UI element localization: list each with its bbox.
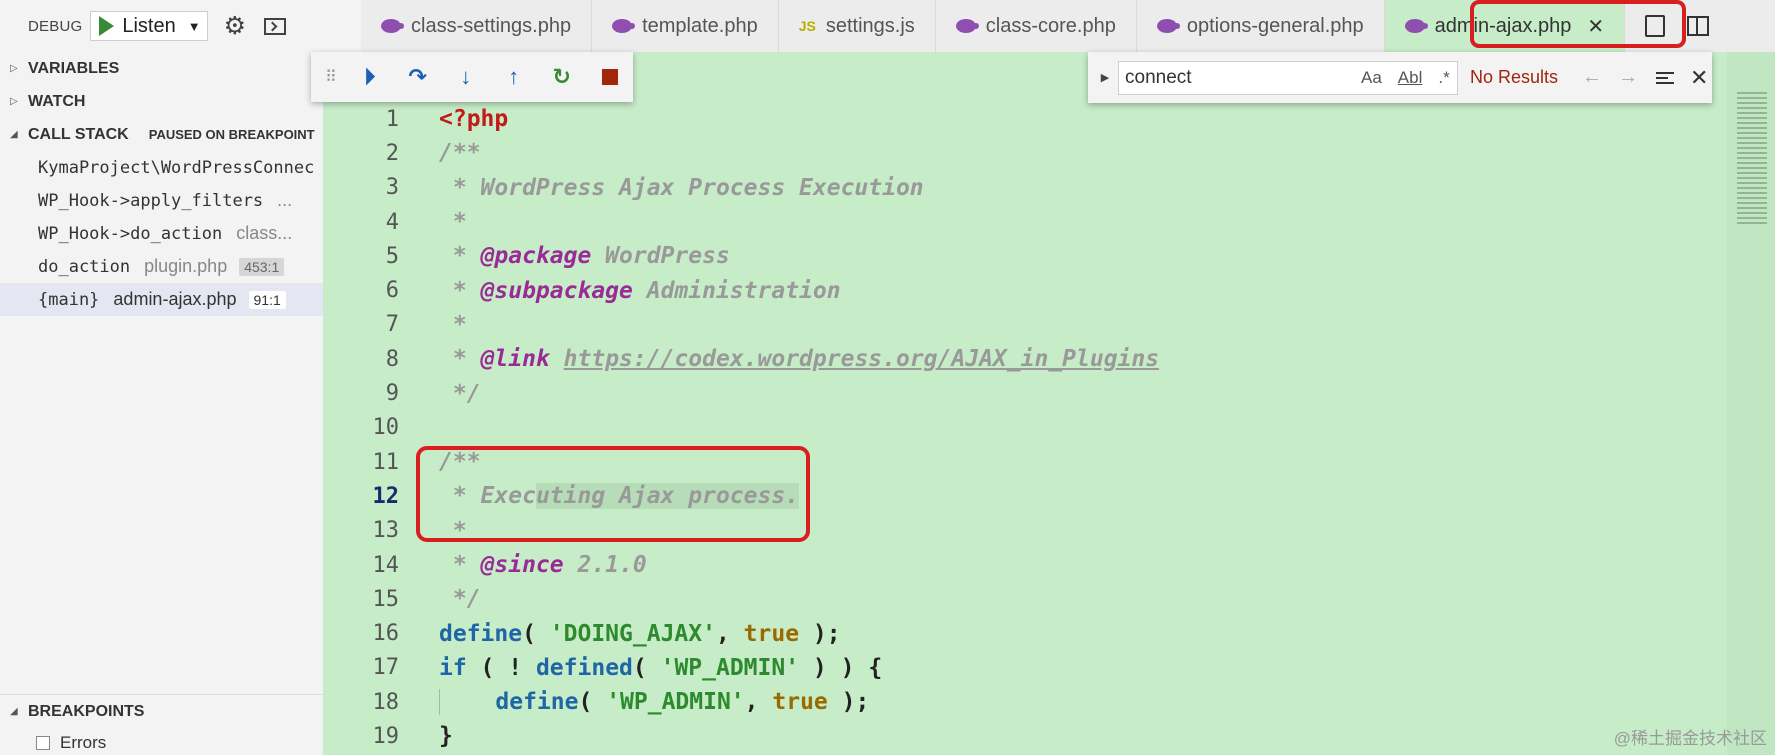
checkbox-icon[interactable] [36,736,50,750]
match-whole-word-toggle[interactable]: Abl [1398,68,1423,88]
code-line: 2/** [385,140,481,167]
variables-section-header[interactable]: ▷ VARIABLES [0,52,323,85]
stop-button[interactable] [597,64,623,90]
frame-position-badge: 91:1 [248,290,286,309]
watermark: @稀土掘金技术社区 [1613,729,1767,748]
call-stack-frame[interactable]: WP_Hook->apply_filters ... [0,184,323,217]
code-line: 7 * [385,311,467,338]
match-case-toggle[interactable]: Aa [1361,68,1382,88]
code-line: 9 */ [385,380,481,407]
gear-icon[interactable]: ⚙ [224,13,246,39]
breakpoint-item[interactable]: Errors [0,728,323,755]
code-line: 10 [372,415,400,441]
breakpoints-section-header[interactable]: ◢ BREAKPOINTS [0,695,323,728]
next-match-icon[interactable]: → [1618,66,1638,89]
code-line: 6 * @subpackage Administration [385,277,841,304]
code-line: 3 * WordPress Ajax Process Execution [385,174,924,201]
tab-settings-js[interactable]: JS settings.js [779,0,936,52]
close-icon[interactable]: ✕ [1690,65,1708,91]
launch-config-select[interactable]: Listen ▼ [90,11,208,41]
code-line: 5 * @package WordPress [385,243,730,270]
code-line: 18 define( 'WP_ADMIN', true ); [372,689,870,716]
chevron-down-icon: ◢ [10,129,18,140]
breakpoints-section: ◢ BREAKPOINTS Errors [0,694,323,755]
php-file-icon [612,19,636,33]
tab-class-settings[interactable]: class-settings.php [361,0,593,52]
start-debugging-icon[interactable] [99,16,115,36]
step-out-icon[interactable]: ↑ [501,64,527,90]
code-line: 15 */ [372,586,481,613]
paused-status: PAUSED ON BREAKPOINT [148,127,315,142]
watch-section-header[interactable]: ▷ WATCH [0,85,323,118]
chevron-down-icon: ◢ [10,706,18,717]
chevron-down-icon[interactable]: ▼ [188,19,201,34]
continue-icon[interactable]: ⏵ [357,64,383,90]
php-file-icon [1404,19,1428,33]
find-input[interactable] [1125,66,1353,89]
find-widget: ▶ Aa Abl .* No Results ← → ✕ [1088,52,1712,103]
debug-sidebar: DEBUG Listen ▼ ⚙ ▷ VARIABLES ▷ WATCH ◢ C… [0,0,323,755]
step-over-icon[interactable]: ↷ [405,64,431,90]
comment-annotation [416,446,810,542]
debug-header: DEBUG Listen ▼ ⚙ [0,0,323,52]
call-stack-frame[interactable]: do_action plugin.php 453:1 [0,250,323,283]
code-editor[interactable]: 1 <?php 2/** 3 * WordPress Ajax Process E… [323,52,1775,755]
php-file-icon [381,19,404,33]
find-input-box[interactable]: Aa Abl .* [1118,60,1458,95]
php-file-icon [955,19,979,33]
frame-position-badge: 453:1 [239,257,285,276]
tab-template[interactable]: template.php [592,0,779,52]
use-regex-toggle[interactable]: .* [1438,68,1449,88]
previous-match-icon[interactable]: ← [1582,66,1602,89]
chevron-right-icon: ▷ [10,96,18,107]
debug-label: DEBUG [28,17,83,35]
call-stack-section-header[interactable]: ◢ CALL STACK PAUSED ON BREAKPOINT [0,118,323,151]
stop-icon [601,69,618,85]
doc-link[interactable]: https://codex.wordpress.org/AJAX_in_Plug… [564,346,1159,372]
tab-options-general[interactable]: options-general.php [1137,0,1385,52]
toggle-replace-icon[interactable]: ▶ [1094,71,1116,84]
php-file-icon [1156,19,1180,33]
code-line: 19} [372,723,453,750]
debug-toolbar: ⠿ ⏵ ↷ ↓ ↑ ↻ [311,52,633,102]
js-file-icon: JS [798,18,816,34]
tab-class-core[interactable]: class-core.php [936,0,1137,52]
split-editor-icon[interactable] [1687,16,1710,36]
call-stack-frame[interactable]: WP_Hook->do_action class... [0,217,323,250]
find-in-selection-icon[interactable] [1656,71,1674,84]
code-line: 14 * @since 2.1.0 [372,552,647,578]
active-tab-annotation [1470,0,1686,48]
code-line: 16 define( 'DOING_AJAX', true ); [372,620,841,647]
chevron-right-icon: ▷ [10,63,18,74]
call-stack-list: KymaProject\WordPressConnec WP_Hook->app… [0,151,323,316]
call-stack-frame-selected[interactable]: {main} admin-ajax.php 91:1 [0,283,323,316]
code-lines: 1 <?php 2/** 3 * WordPress Ajax Process E… [323,102,1723,754]
debug-console-icon[interactable] [264,17,287,35]
code-line: 1 <?php [385,106,509,133]
launch-config-name: Listen [122,14,176,37]
code-line: 8 * @link https://codex.wordpress.org/AJ… [385,346,1160,373]
code-line: 17 if ( ! defined( 'WP_ADMIN' ) ) { [372,654,883,681]
drag-handle-icon[interactable]: ⠿ [325,67,337,87]
restart-icon[interactable]: ↻ [549,64,575,90]
call-stack-frame[interactable]: KymaProject\WordPressConnec [0,151,323,184]
find-result-status: No Results [1470,67,1559,87]
minimap[interactable] [1727,52,1775,755]
code-line: 4 * [385,209,467,236]
step-into-icon[interactable]: ↓ [453,64,479,90]
